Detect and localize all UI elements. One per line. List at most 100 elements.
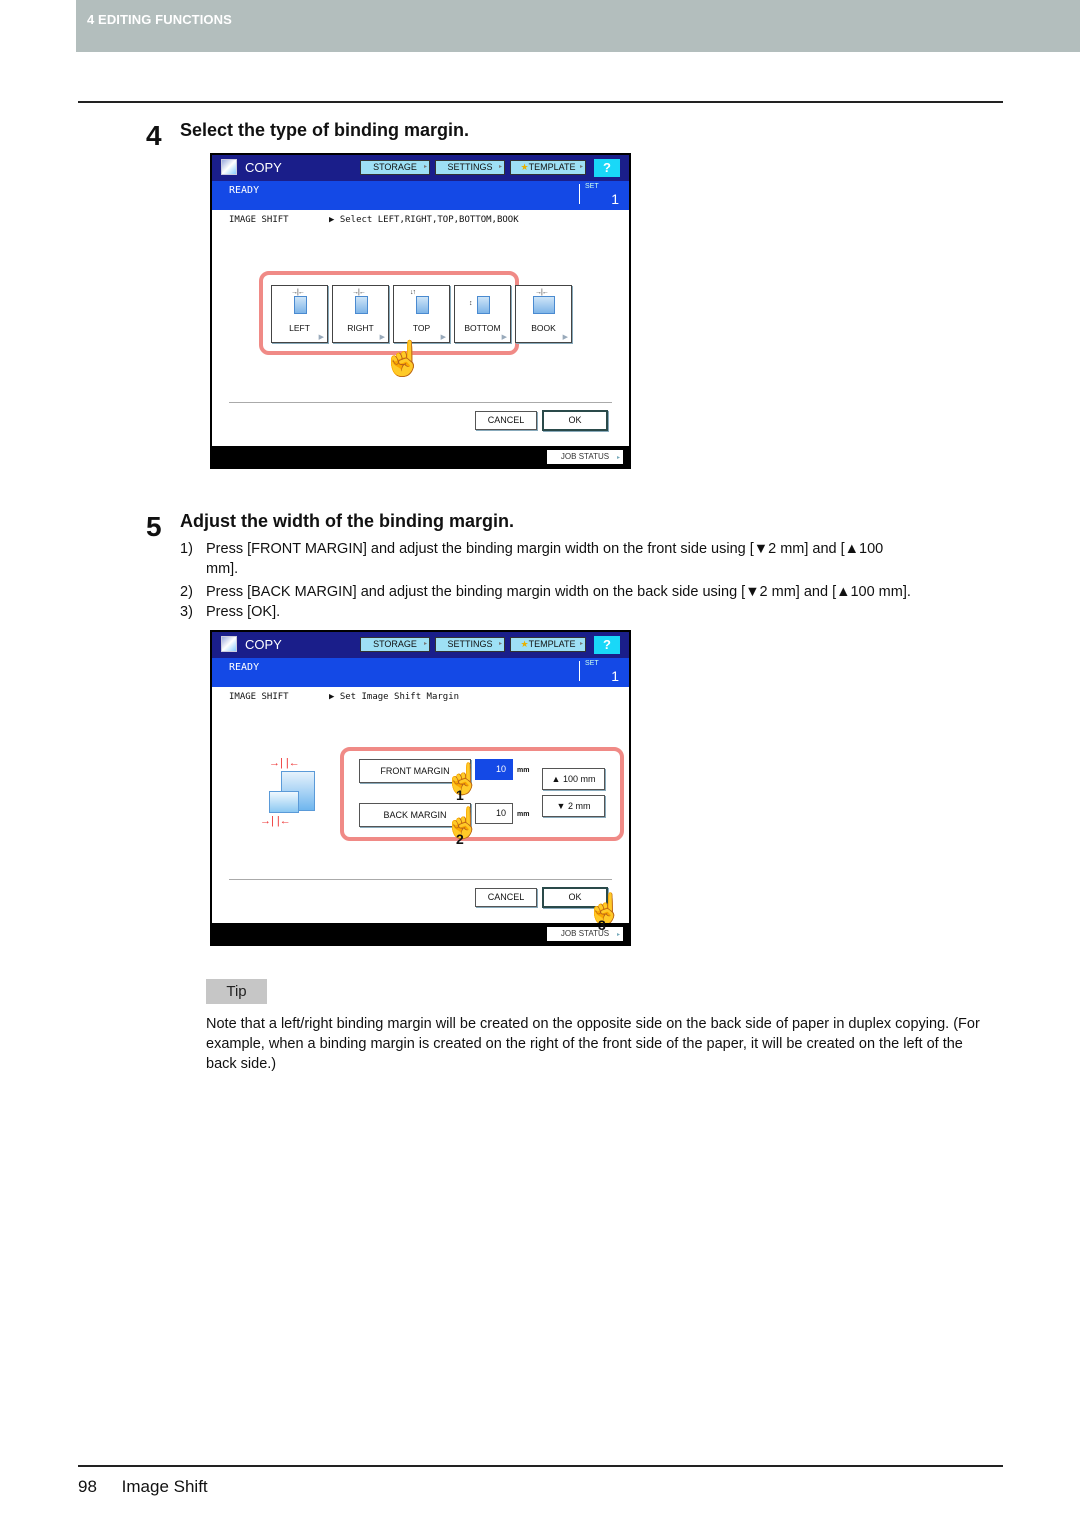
set-value: 1 bbox=[611, 668, 619, 684]
copy-panel-margin-width: COPY STORAGE ▸ SETTINGS ▸ ★TEMPLATE ▸ ? REA… bbox=[210, 630, 631, 946]
book-label: BOOK bbox=[531, 323, 556, 333]
arrow-icon: ▶ bbox=[501, 334, 507, 341]
settings-tab[interactable]: SETTINGS ▸ bbox=[435, 160, 505, 175]
page-footer: 98 Image Shift bbox=[78, 1477, 208, 1497]
status-bar: READY SET 1 bbox=[212, 658, 629, 687]
arrow-icon: ▸ bbox=[616, 455, 620, 461]
divider bbox=[229, 402, 612, 403]
panel-title: COPY bbox=[245, 160, 282, 175]
decrease-2mm-button[interactable]: ▼ 2 mm bbox=[542, 795, 605, 817]
template-tab[interactable]: ★TEMPLATE ▸ bbox=[510, 637, 586, 652]
instruction-1: 1) Press [FRONT MARGIN] and adjust the b… bbox=[180, 539, 1000, 579]
storage-tab-label: STORAGE bbox=[373, 639, 417, 649]
cancel-button[interactable]: CANCEL bbox=[475, 888, 537, 907]
step-title: Select the type of binding margin. bbox=[180, 120, 470, 140]
status-text: READY bbox=[229, 662, 260, 673]
arrow-icon: ▸ bbox=[616, 932, 620, 938]
margin-arrows-icon: →| |← bbox=[269, 757, 300, 769]
help-button[interactable]: ? bbox=[594, 636, 620, 654]
cancel-button[interactable]: CANCEL bbox=[475, 411, 537, 430]
increase-100mm-button[interactable]: ▲ 100 mm bbox=[542, 768, 605, 790]
margin-arrows-icon: →|← bbox=[291, 289, 305, 296]
storage-tab-label: STORAGE bbox=[373, 162, 417, 172]
set-label: SET bbox=[585, 183, 599, 190]
function-name: IMAGE SHIFT bbox=[229, 692, 289, 702]
instruction-number: 1) bbox=[180, 541, 193, 557]
status-text: READY bbox=[229, 185, 260, 196]
top-button[interactable]: ↓↑ TOP ▶ bbox=[393, 285, 450, 343]
page-number: 98 bbox=[78, 1477, 97, 1496]
step-title: Adjust the width of the binding margin. bbox=[180, 511, 514, 531]
job-status-button[interactable]: JOB STATUS ▸ bbox=[547, 450, 623, 464]
step-number: 5 bbox=[146, 511, 162, 542]
chapter-header-bar: 4 EDITING FUNCTIONS bbox=[76, 0, 1080, 52]
tip-label: Tip bbox=[206, 979, 267, 1004]
chapter-title: 4 EDITING FUNCTIONS bbox=[87, 12, 232, 27]
callout-2: 2 bbox=[456, 831, 464, 847]
margin-arrows-icon: ↓↑ bbox=[410, 289, 416, 296]
arrow-icon: ▶ bbox=[440, 334, 446, 341]
front-margin-unit: mm bbox=[517, 767, 530, 774]
page-icon bbox=[269, 791, 299, 813]
copy-icon bbox=[221, 636, 237, 652]
panel-footer: JOB STATUS ▸ bbox=[212, 446, 629, 468]
divider bbox=[229, 879, 612, 880]
page-icon bbox=[477, 296, 490, 314]
storage-tab[interactable]: STORAGE ▸ bbox=[360, 637, 430, 652]
settings-tab-label: SETTINGS bbox=[447, 639, 493, 649]
bottom-button[interactable]: ↕ BOTTOM ▶ bbox=[454, 285, 511, 343]
left-button[interactable]: →|← LEFT ▶ bbox=[271, 285, 328, 343]
callout-3: 3 bbox=[598, 917, 606, 933]
instruction-number: 2) bbox=[180, 584, 193, 600]
ok-button[interactable]: OK bbox=[542, 410, 608, 431]
arrow-icon: ▸ bbox=[498, 164, 502, 170]
settings-tab[interactable]: SETTINGS ▸ bbox=[435, 637, 505, 652]
book-button[interactable]: →|← BOOK ▶ bbox=[515, 285, 572, 343]
arrow-icon: ▸ bbox=[498, 641, 502, 647]
template-tab[interactable]: ★TEMPLATE ▸ bbox=[510, 160, 586, 175]
divider bbox=[579, 184, 580, 204]
panel-footer: JOB STATUS ▸ bbox=[212, 923, 629, 945]
bottom-label: BOTTOM bbox=[464, 323, 501, 333]
set-label: SET bbox=[585, 660, 599, 667]
margin-arrows-icon: →| |← bbox=[260, 815, 291, 827]
bottom-rule bbox=[78, 1465, 1003, 1467]
function-name: IMAGE SHIFT bbox=[229, 215, 289, 225]
instruction-text: Press [FRONT MARGIN] and adjust the bind… bbox=[206, 541, 884, 557]
help-button[interactable]: ? bbox=[594, 159, 620, 177]
function-message: ▶ Set Image Shift Margin bbox=[329, 692, 460, 702]
arrow-icon: ▸ bbox=[423, 164, 427, 170]
margin-arrows-icon: ↕ bbox=[469, 300, 472, 307]
pointing-hand-icon: ☝ bbox=[381, 340, 425, 378]
panel-title: COPY bbox=[245, 637, 282, 652]
instruction-3: 3) Press [OK]. bbox=[180, 602, 1000, 622]
template-tab-label: TEMPLATE bbox=[528, 639, 576, 649]
back-margin-unit: mm bbox=[517, 811, 530, 818]
star-icon: ★ bbox=[520, 639, 529, 649]
page-icon bbox=[416, 296, 429, 314]
status-bar: READY SET 1 bbox=[212, 181, 629, 210]
copy-icon bbox=[221, 159, 237, 175]
settings-tab-label: SETTINGS bbox=[447, 162, 493, 172]
arrow-icon: ▸ bbox=[579, 641, 583, 647]
right-label: RIGHT bbox=[347, 323, 374, 333]
instruction-number: 3) bbox=[180, 604, 193, 620]
divider bbox=[579, 661, 580, 681]
copy-panel-binding-type: COPY STORAGE ▸ SETTINGS ▸ ★TEMPLATE ▸ ? REA… bbox=[210, 153, 631, 469]
panel-header: COPY STORAGE ▸ SETTINGS ▸ ★TEMPLATE ▸ ? bbox=[212, 155, 629, 181]
arrow-icon: ▶ bbox=[562, 334, 568, 341]
tip-text: Note that a left/right binding margin wi… bbox=[206, 1016, 980, 1072]
left-label: LEFT bbox=[289, 323, 310, 333]
set-value: 1 bbox=[611, 191, 619, 207]
step-number: 4 bbox=[146, 120, 162, 151]
storage-tab[interactable]: STORAGE ▸ bbox=[360, 160, 430, 175]
top-rule bbox=[78, 101, 1003, 103]
callout-1: 1 bbox=[456, 787, 464, 803]
section-name: Image Shift bbox=[121, 1477, 208, 1496]
right-button[interactable]: →|← RIGHT ▶ bbox=[332, 285, 389, 343]
margin-arrows-icon: →|← bbox=[535, 289, 549, 296]
star-icon: ★ bbox=[520, 162, 529, 172]
job-status-button[interactable]: JOB STATUS ▸ bbox=[547, 927, 623, 941]
arrow-icon: ▸ bbox=[579, 164, 583, 170]
panel-header: COPY STORAGE ▸ SETTINGS ▸ ★TEMPLATE ▸ ? bbox=[212, 632, 629, 658]
